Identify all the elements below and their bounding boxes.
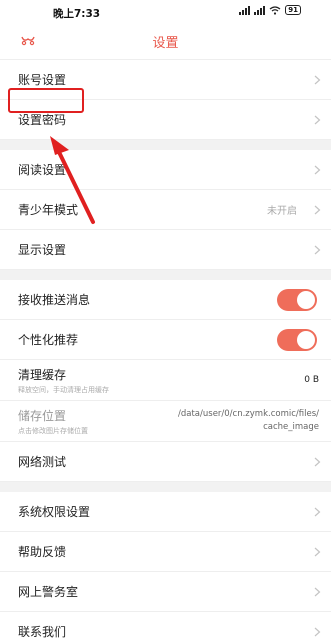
signal-icon-2 (254, 5, 266, 15)
push-notifications-toggle[interactable] (277, 288, 317, 311)
chevron-right-icon (314, 547, 321, 556)
chevron-right-icon (314, 115, 321, 124)
contact-us-label: 联系我们 (18, 625, 67, 639)
teen-mode-label: 青少年模式 (18, 203, 79, 217)
clear-cache-row[interactable]: 清理缓存 释放空间，手动清理占用缓存 0 B (0, 360, 331, 401)
contact-us-row[interactable]: 联系我们 (0, 612, 331, 640)
teen-mode-row[interactable]: 青少年模式 未开启 (0, 190, 331, 230)
signal-icon (239, 5, 251, 15)
push-notifications-row: 接收推送消息 (0, 280, 331, 320)
storage-location-label: 储存位置 (18, 408, 67, 423)
toggle-knob (297, 330, 315, 349)
help-feedback-row[interactable]: 帮助反馈 (0, 532, 331, 572)
account-settings-label: 账号设置 (18, 73, 67, 87)
storage-path: /data/user/0/cn.zymk.comic/files/ cache_… (164, 408, 319, 434)
chevron-right-icon (314, 245, 321, 254)
wifi-icon (269, 5, 281, 15)
network-test-row[interactable]: 网络测试 (0, 442, 331, 482)
battery-indicator: 91 (285, 5, 301, 15)
chevron-right-icon (314, 165, 321, 174)
personalized-recommend-label: 个性化推荐 (18, 333, 79, 347)
storage-location-row[interactable]: 储存位置 点击修改图片存储位置 /data/user/0/cn.zymk.com… (0, 401, 331, 442)
storage-location-subtitle: 点击修改图片存储位置 (18, 426, 88, 435)
set-password-label: 设置密码 (18, 113, 67, 127)
teen-mode-status: 未开启 (267, 206, 297, 217)
chevron-right-icon (314, 507, 321, 516)
group-divider (0, 482, 331, 492)
status-bar: 晚上7:33 91 (0, 0, 331, 22)
clear-cache-label: 清理缓存 (18, 367, 67, 382)
annotation-highlight-box (8, 88, 84, 113)
group-divider (0, 140, 331, 150)
online-police-label: 网上警务室 (18, 585, 79, 599)
system-permissions-row[interactable]: 系统权限设置 (0, 492, 331, 532)
chevron-right-icon (314, 587, 321, 596)
display-settings-row[interactable]: 显示设置 (0, 230, 331, 270)
help-feedback-label: 帮助反馈 (18, 545, 67, 559)
toggle-knob (297, 290, 315, 309)
status-time: 晚上7:33 (53, 8, 101, 20)
storage-location-text: 储存位置 点击修改图片存储位置 (18, 407, 88, 436)
title-bar: 设置 (0, 22, 331, 60)
personalized-recommend-toggle[interactable] (277, 328, 317, 351)
clear-cache-text: 清理缓存 释放空间，手动清理占用缓存 (18, 366, 109, 395)
push-notifications-label: 接收推送消息 (18, 293, 91, 307)
group-divider (0, 270, 331, 280)
display-settings-label: 显示设置 (18, 243, 67, 257)
system-permissions-label: 系统权限设置 (18, 505, 91, 519)
chevron-right-icon (314, 627, 321, 636)
personalized-recommend-row: 个性化推荐 (0, 320, 331, 360)
reading-settings-row[interactable]: 阅读设置 (0, 150, 331, 190)
storage-path-line2: cache_image (263, 422, 319, 432)
status-icons: 91 (239, 5, 301, 15)
online-police-row[interactable]: 网上警务室 (0, 572, 331, 612)
reading-settings-label: 阅读设置 (18, 163, 67, 177)
network-test-label: 网络测试 (18, 455, 67, 469)
chevron-right-icon (314, 75, 321, 84)
clear-cache-subtitle: 释放空间，手动清理占用缓存 (18, 385, 109, 394)
storage-path-line1: /data/user/0/cn.zymk.comic/files/ (178, 409, 319, 419)
chevron-right-icon (314, 205, 321, 214)
chevron-right-icon (314, 457, 321, 466)
page-title: 设置 (152, 36, 179, 51)
cache-size-value: 0 B (304, 375, 319, 385)
